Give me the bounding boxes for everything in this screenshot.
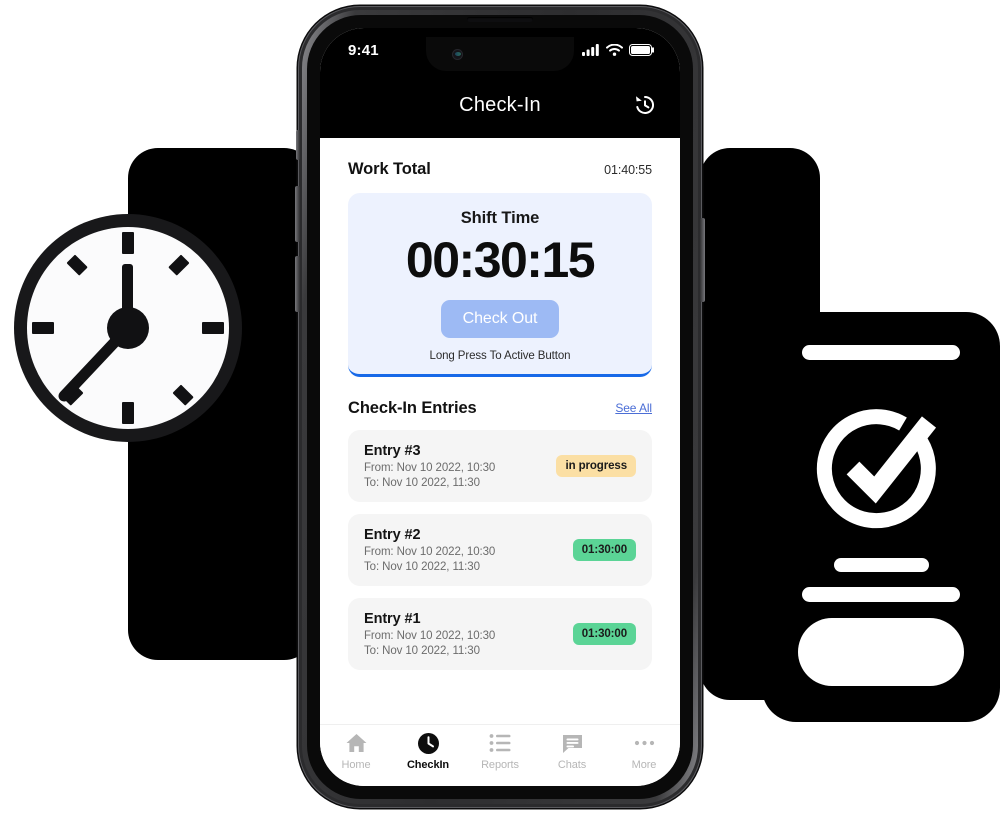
circle-check-icon bbox=[816, 409, 937, 529]
work-total-label: Work Total bbox=[348, 160, 431, 178]
long-press-hint: Long Press To Active Button bbox=[429, 349, 571, 362]
task-card-button-shape bbox=[798, 618, 964, 686]
shift-time-card: Shift Time 00:30:15 Check Out Long Press… bbox=[348, 193, 652, 377]
power-button[interactable] bbox=[700, 218, 705, 302]
phone-screen: 9:41 Check-In Work Total 01:40:55 Shift … bbox=[320, 28, 680, 786]
entry-from: From: Nov 10 2022, 10:30 bbox=[364, 545, 496, 558]
task-card-bar-mid bbox=[833, 558, 929, 572]
tab-reports[interactable]: Reports bbox=[464, 732, 536, 771]
task-card-illustration bbox=[762, 312, 1000, 722]
entry-info: Entry #3 From: Nov 10 2022, 10:30 To: No… bbox=[364, 443, 495, 489]
status-badge: in progress bbox=[556, 454, 636, 477]
check-out-button[interactable]: Check Out bbox=[440, 299, 560, 338]
front-camera-icon bbox=[452, 48, 463, 60]
tab-label: Chats bbox=[557, 759, 587, 771]
status-bar-icons bbox=[582, 44, 654, 56]
silent-switch[interactable] bbox=[296, 130, 300, 160]
page-title: Check-In bbox=[459, 93, 541, 116]
list-icon bbox=[489, 732, 512, 754]
entry-from: From: Nov 10 2022, 10:30 bbox=[364, 629, 496, 642]
home-icon bbox=[345, 732, 368, 754]
history-button[interactable] bbox=[632, 92, 658, 118]
entries-title: Check-In Entries bbox=[348, 398, 477, 417]
screen-content: Work Total 01:40:55 Shift Time 00:30:15 … bbox=[320, 138, 680, 724]
more-dots-icon bbox=[633, 732, 656, 754]
app-header: Check-In bbox=[320, 72, 680, 138]
tab-label: More bbox=[631, 759, 657, 771]
tab-label: CheckIn bbox=[406, 759, 450, 771]
chat-icon bbox=[561, 732, 584, 754]
clock-icon bbox=[417, 732, 440, 754]
history-icon bbox=[636, 95, 655, 114]
tab-chats[interactable]: Chats bbox=[536, 732, 608, 771]
task-card-bar-low bbox=[802, 587, 960, 602]
entries-header-row: Check-In Entries See All bbox=[348, 377, 652, 418]
tab-label: Home bbox=[341, 759, 371, 771]
entry-list-item[interactable]: Entry #1 From: Nov 10 2022, 10:30 To: No… bbox=[348, 597, 652, 670]
cellular-signal-icon bbox=[582, 44, 599, 56]
entry-list-item[interactable]: Entry #3 From: Nov 10 2022, 10:30 To: No… bbox=[348, 429, 652, 502]
status-bar-time: 9:41 bbox=[348, 41, 379, 59]
entries-list: Entry #3 From: Nov 10 2022, 10:30 To: No… bbox=[348, 429, 652, 670]
shift-time-label: Shift Time bbox=[460, 209, 540, 227]
volume-down-button[interactable] bbox=[295, 256, 300, 312]
tab-home[interactable]: Home bbox=[320, 732, 392, 771]
task-card-bar-top bbox=[802, 345, 960, 360]
entry-info: Entry #1 From: Nov 10 2022, 10:30 To: No… bbox=[364, 611, 495, 657]
duration-badge: 01:30:00 bbox=[572, 622, 636, 645]
tab-more[interactable]: More bbox=[608, 732, 680, 771]
phone-mockup: 9:41 Check-In Work Total 01:40:55 Shift … bbox=[295, 6, 705, 808]
see-all-link[interactable]: See All bbox=[615, 401, 652, 415]
entry-to: To: Nov 10 2022, 11:30 bbox=[364, 560, 480, 573]
wifi-icon bbox=[606, 44, 623, 56]
earpiece-speaker bbox=[467, 17, 533, 22]
phone-notch bbox=[426, 37, 574, 71]
entry-from: From: Nov 10 2022, 10:30 bbox=[364, 461, 496, 474]
entry-title: Entry #3 bbox=[364, 442, 421, 459]
shift-timer-value: 00:30:15 bbox=[405, 232, 596, 288]
chevron-left-icon[interactable] bbox=[869, 90, 899, 120]
entry-to: To: Nov 10 2022, 11:30 bbox=[364, 644, 480, 657]
bottom-tab-bar: Home CheckIn Reports Chats More bbox=[320, 724, 680, 786]
entry-list-item[interactable]: Entry #2 From: Nov 10 2022, 10:30 To: No… bbox=[348, 513, 652, 586]
entry-to: To: Nov 10 2022, 11:30 bbox=[364, 476, 480, 489]
work-total-row: Work Total 01:40:55 bbox=[348, 138, 652, 179]
analog-clock-illustration bbox=[14, 214, 242, 442]
tab-label: Reports bbox=[481, 759, 519, 771]
tab-checkin[interactable]: CheckIn bbox=[392, 732, 464, 771]
work-total-value: 01:40:55 bbox=[604, 162, 652, 177]
entry-info: Entry #2 From: Nov 10 2022, 10:30 To: No… bbox=[364, 527, 495, 573]
entry-title: Entry #1 bbox=[364, 610, 421, 627]
battery-icon bbox=[629, 44, 654, 56]
duration-badge: 01:30:00 bbox=[572, 538, 636, 561]
volume-up-button[interactable] bbox=[295, 186, 300, 242]
entry-title: Entry #2 bbox=[364, 526, 421, 543]
